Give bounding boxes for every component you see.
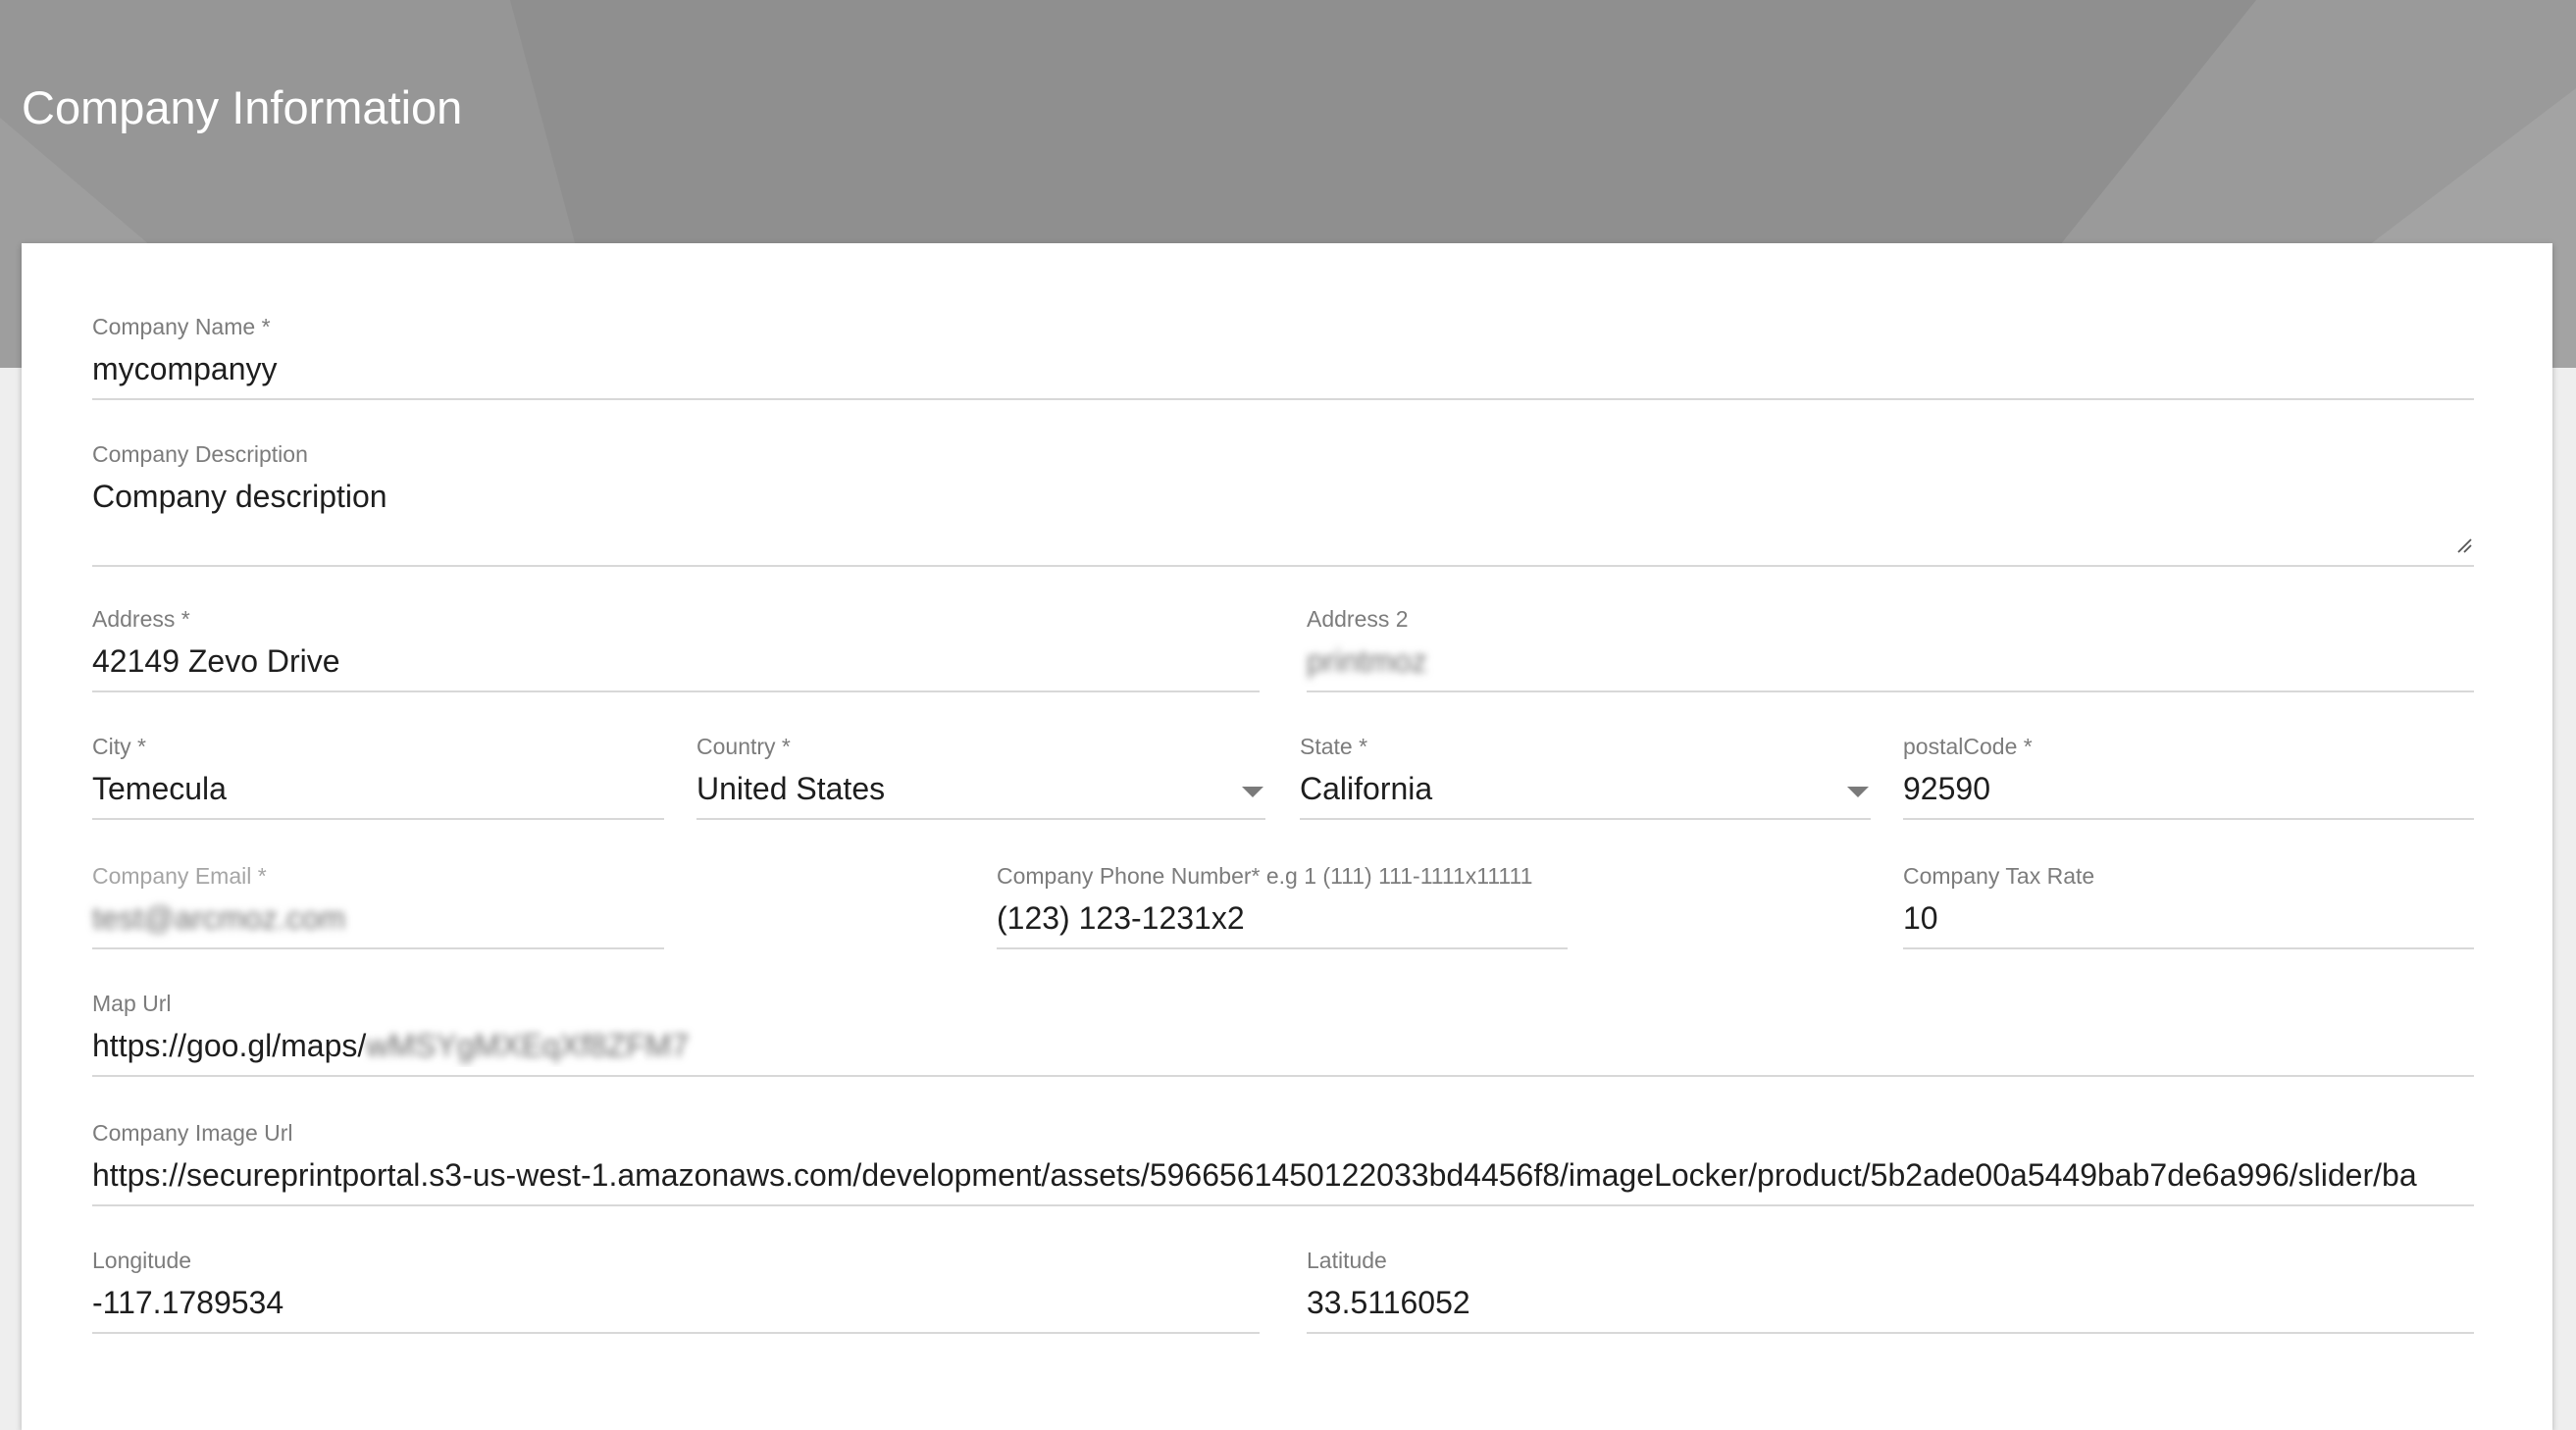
latitude-label: Latitude [1307, 1248, 1387, 1273]
state-select[interactable]: California [1300, 767, 1871, 810]
map-url-underline [92, 1075, 2474, 1077]
company-phone-input[interactable]: (123) 123-1231x2 [997, 896, 1568, 940]
company-description-label: Company Description [92, 441, 308, 467]
country-select[interactable]: United States [696, 767, 1265, 810]
tax-rate-input[interactable]: 10 [1903, 896, 2474, 940]
chevron-down-icon[interactable] [1242, 787, 1263, 797]
address2-input[interactable]: printmoz [1307, 639, 2474, 683]
longitude-underline [92, 1332, 1260, 1334]
company-description-textarea[interactable]: Company description [92, 475, 2474, 518]
chevron-down-icon[interactable] [1847, 787, 1869, 797]
longitude-label: Longitude [92, 1248, 192, 1273]
address2-underline [1307, 690, 2474, 692]
address-label: Address * [92, 606, 190, 632]
city-label: City * [92, 734, 146, 759]
country-label: Country * [696, 734, 791, 759]
company-email-label: Company Email * [92, 863, 267, 889]
company-name-label: Company Name * [92, 314, 271, 339]
latitude-input[interactable]: 33.5116052 [1307, 1281, 2474, 1324]
resize-handle-icon[interactable] [2456, 537, 2472, 553]
postal-code-label: postalCode * [1903, 734, 2033, 759]
postal-code-input[interactable]: 92590 [1903, 767, 2474, 810]
company-name-input[interactable]: mycompanyy [92, 347, 2474, 390]
city-underline [92, 818, 664, 820]
company-name-underline [92, 398, 2474, 400]
tax-rate-underline [1903, 947, 2474, 949]
address-underline [92, 690, 1260, 692]
state-underline [1300, 818, 1871, 820]
longitude-input[interactable]: -117.1789534 [92, 1281, 1260, 1324]
company-phone-label: Company Phone Number* e.g 1 (111) 111-11… [997, 863, 1533, 889]
map-url-blurred-part: wMSYgMXEqXf8ZFM7 [366, 1028, 690, 1063]
company-info-card: Company Name * mycompanyy Company Descri… [22, 243, 2552, 1430]
company-description-underline [92, 565, 2474, 567]
map-url-input[interactable]: https://goo.gl/maps/wMSYgMXEqXf8ZFM7 [92, 1024, 2474, 1067]
latitude-underline [1307, 1332, 2474, 1334]
postal-code-underline [1903, 818, 2474, 820]
map-url-label: Map Url [92, 991, 172, 1016]
image-url-label: Company Image Url [92, 1120, 293, 1146]
image-url-input[interactable]: https://secureprintportal.s3-us-west-1.a… [92, 1153, 2474, 1197]
address2-label: Address 2 [1307, 606, 1409, 632]
company-email-underline [92, 947, 664, 949]
image-url-underline [92, 1204, 2474, 1206]
page-title: Company Information [22, 81, 463, 133]
company-email-input[interactable]: test@arcmoz.com [92, 896, 664, 940]
map-url-visible-part: https://goo.gl/maps/ [92, 1028, 367, 1063]
address-input[interactable]: 42149 Zevo Drive [92, 639, 1260, 683]
country-underline [696, 818, 1265, 820]
tax-rate-label: Company Tax Rate [1903, 863, 2095, 889]
company-phone-underline [997, 947, 1568, 949]
state-label: State * [1300, 734, 1368, 759]
city-input[interactable]: Temecula [92, 767, 664, 810]
